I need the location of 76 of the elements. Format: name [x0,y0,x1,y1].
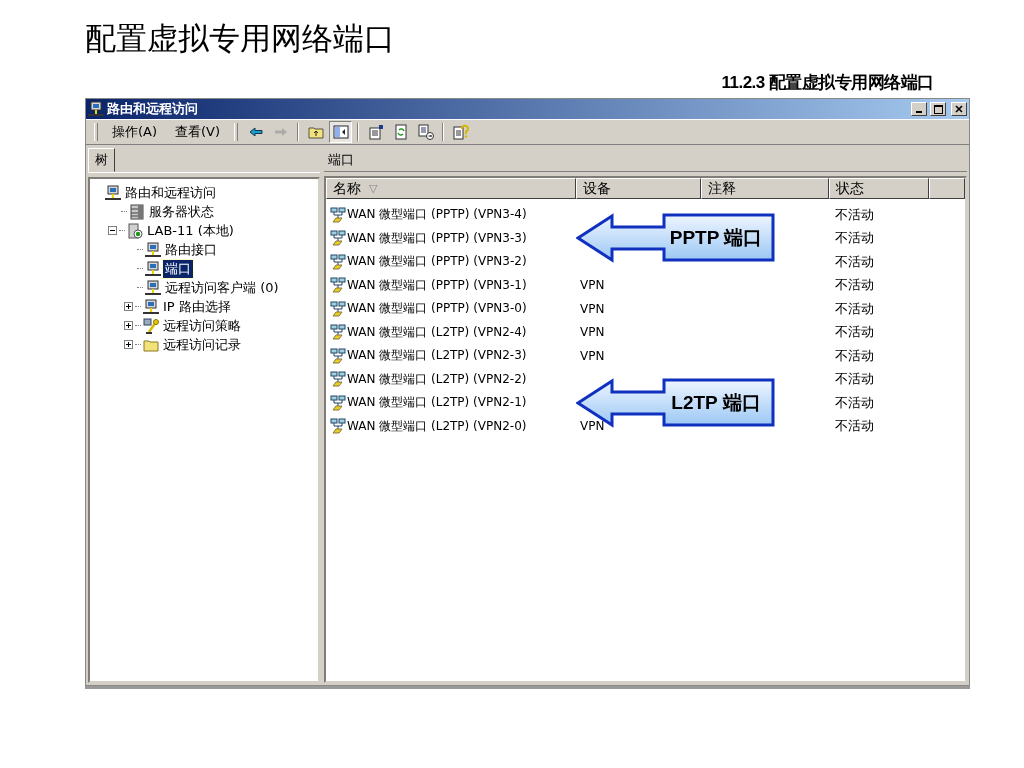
network-icon [330,277,346,294]
close-icon [955,105,963,113]
tree-item[interactable]: 服务器状态 [147,202,216,221]
server-icon [129,203,145,220]
device-cell: VPN [580,325,605,340]
port-name[interactable]: WAN 微型端口 (L2TP) (VPN2-3) [326,347,576,365]
computer-icon [88,101,104,117]
expander-icon[interactable] [108,226,117,235]
computer-icon [105,184,121,201]
network-icon [330,206,346,223]
port-name[interactable]: WAN 微型端口 (PPTP) (VPN3-0) [326,300,576,318]
status-cell: 不活动 [835,252,874,271]
pane-header: 端口 [324,148,967,172]
tree-item[interactable]: 远程访问客户端 (0) [163,278,281,297]
expander-icon[interactable] [124,340,133,349]
device-cell: VPN [580,301,605,316]
expander-icon[interactable] [124,321,133,330]
close-button[interactable] [951,102,967,116]
status-cell: 不活动 [835,346,874,365]
port-name[interactable]: WAN 微型端口 (PPTP) (VPN3-1) [326,276,576,294]
callout-text: PPTP 端口 [668,226,764,251]
slide-title: 配置虚拟专用网络端口 [84,19,396,58]
status-cell: 不活动 [835,370,874,389]
network-icon [330,347,346,364]
tree-item[interactable]: 路由和远程访问 [123,183,218,202]
tree-item[interactable]: LAB-11 (本地) [145,221,236,240]
tree-item[interactable]: IP 路由选择 [161,297,233,316]
computer-icon [145,260,161,277]
status-cell: 不活动 [835,393,874,412]
slide-subtitle: 11.2.3 配置虚拟专用网络端口 [721,72,934,94]
callout-text: L2TP 端口 [670,390,762,415]
tree-item[interactable]: 端口 [163,259,193,278]
maximize-button[interactable] [930,102,946,116]
network-icon [330,371,346,388]
computer-icon [143,298,159,315]
network-icon [330,253,346,270]
device-cell: VPN [580,348,605,363]
network-icon [330,300,346,317]
status-cell: 不活动 [835,229,874,248]
status-cell: 不活动 [835,417,874,436]
tree-item[interactable]: 远程访问记录 [161,335,243,354]
port-name[interactable]: WAN 微型端口 (PPTP) (VPN3-4) [326,206,576,224]
network-icon [330,230,346,247]
window-title: 路由和远程访问 [107,100,199,118]
status-cell: 不活动 [835,323,874,342]
computer-icon [145,279,161,296]
expander-icon[interactable] [124,302,133,311]
computer-icon [145,241,161,258]
menu-item[interactable]: 操作(A) [104,121,166,143]
network-icon [330,324,346,341]
tree-item[interactable]: 路由接口 [163,240,219,259]
tree-pane-icon[interactable] [329,121,353,143]
port-name[interactable]: WAN 微型端口 (L2TP) (VPN2-4) [326,323,576,341]
column-header[interactable]: 注释 [701,178,829,199]
network-icon [330,418,346,435]
device-cell: VPN [580,278,605,293]
menu-item[interactable]: 查看(V) [167,121,229,143]
tree-tab[interactable]: 树 [88,148,115,172]
tree-item[interactable]: 远程访问策略 [161,316,243,335]
network-icon [330,394,346,411]
port-name[interactable]: WAN 微型端口 (PPTP) (VPN3-3) [326,229,576,247]
minimize-button[interactable] [911,102,927,116]
device-cell: VPN [580,419,605,434]
server-icon [127,222,143,239]
status-cell: 不活动 [835,299,874,318]
port-name[interactable]: WAN 微型端口 (L2TP) (VPN2-2) [326,370,576,388]
port-name[interactable]: WAN 微型端口 (L2TP) (VPN2-0) [326,417,576,435]
column-header[interactable]: 名称 ▽ [326,178,576,199]
status-cell: 不活动 [835,205,874,224]
status-cell: 不活动 [835,276,874,295]
column-header[interactable]: 状态 [829,178,929,199]
port-name[interactable]: WAN 微型端口 (L2TP) (VPN2-1) [326,394,576,412]
port-name[interactable]: WAN 微型端口 (PPTP) (VPN3-2) [326,253,576,271]
maximize-icon [933,104,943,114]
key-icon [143,317,159,334]
column-header[interactable]: 设备 [576,178,701,199]
